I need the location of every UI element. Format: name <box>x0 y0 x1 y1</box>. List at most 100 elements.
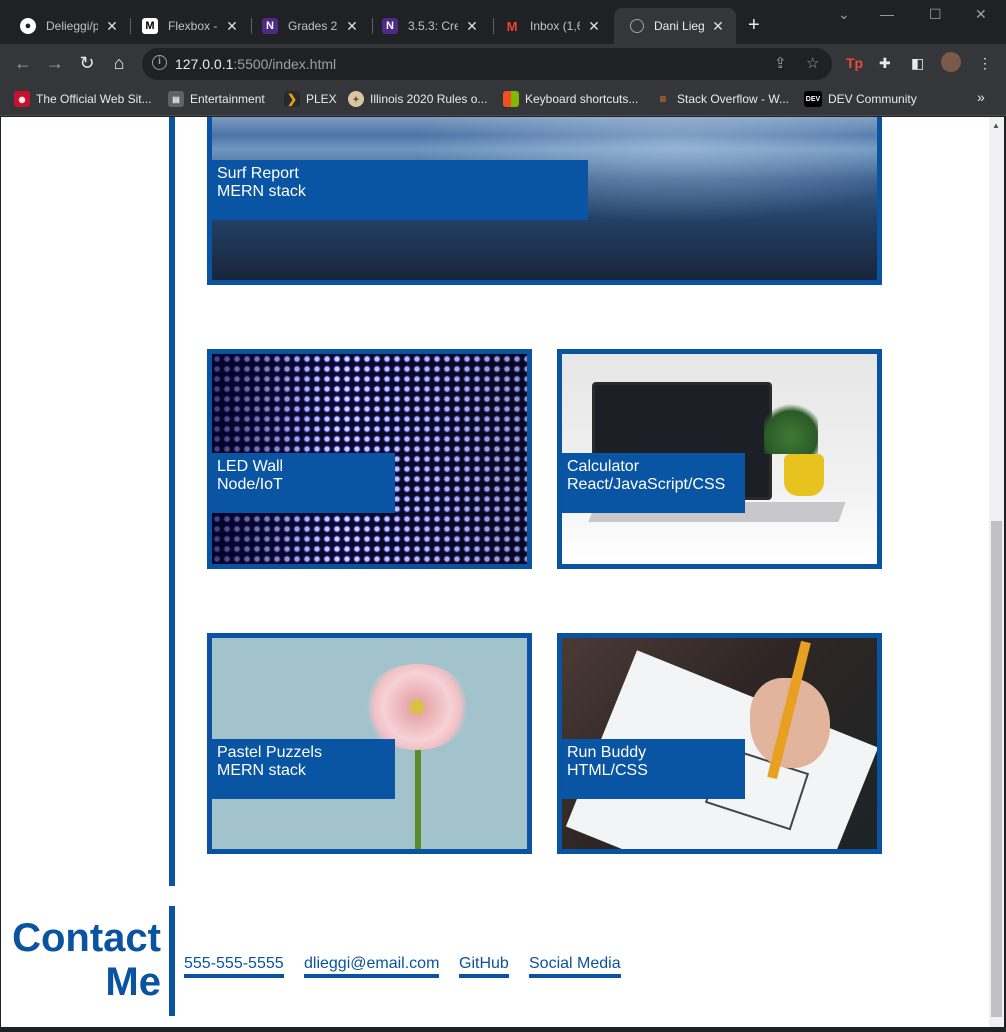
page-viewport: Surf Report MERN stack LED Wall Node/IoT… <box>1 117 989 1027</box>
forward-button[interactable]: → <box>44 53 66 74</box>
northwestern-icon: N <box>382 18 398 34</box>
reload-button[interactable]: ↻ <box>76 53 98 74</box>
project-name: Surf Report <box>217 165 299 182</box>
address-bar[interactable]: i 127.0.0.1:5500/index.html ⇪ ☆ <box>142 48 832 80</box>
contact-heading-line1: Contact <box>12 916 161 960</box>
close-icon[interactable]: ✕ <box>104 18 120 35</box>
dev-icon: DEV <box>804 91 822 107</box>
contact-heading: Contact Me <box>11 916 161 1004</box>
blackhawks-icon: ◉ <box>14 91 30 107</box>
bookmark-star-icon[interactable]: ☆ <box>806 54 819 72</box>
toolbar: ← → ↻ ⌂ i 127.0.0.1:5500/index.html ⇪ ☆ … <box>0 44 1006 84</box>
project-label: LED Wall Node/IoT <box>212 453 395 513</box>
close-icon[interactable]: ✕ <box>344 18 360 35</box>
github-link[interactable]: GitHub <box>459 955 509 978</box>
github-icon: ● <box>20 18 36 34</box>
close-icon[interactable]: ✕ <box>224 18 240 35</box>
tab-title: Inbox (1,6 <box>530 19 580 33</box>
tab-strip: ● Delieggi/p ✕ M Flexbox - L ✕ N Grades … <box>0 0 1006 44</box>
project-label: Surf Report MERN stack <box>212 160 588 220</box>
project-tech: HTML/CSS <box>567 762 648 779</box>
project-card-led-wall[interactable]: LED Wall Node/IoT <box>207 349 532 569</box>
new-tab-button[interactable]: + <box>748 14 760 37</box>
stackoverflow-icon: ≡ <box>659 92 667 106</box>
share-icon[interactable]: ⇪ <box>774 54 787 72</box>
tab-github[interactable]: ● Delieggi/p ✕ <box>4 8 130 44</box>
tab-inbox[interactable]: M Inbox (1,6 ✕ <box>488 8 612 44</box>
tab-title: Dani Liegg <box>654 19 704 33</box>
menu-kebab-icon[interactable]: ⋮ <box>978 55 992 72</box>
bookmark-label: Entertainment <box>190 92 265 106</box>
bookmark-item[interactable]: ▤ Entertainment <box>168 91 265 107</box>
project-name: LED Wall <box>217 458 284 475</box>
site-info-icon[interactable]: i <box>152 55 167 70</box>
close-window-button[interactable]: ✕ <box>975 6 987 23</box>
tab-assignment[interactable]: N 3.5.3: Crea ✕ <box>366 8 490 44</box>
home-button[interactable]: ⌂ <box>108 53 130 74</box>
tab-flexbox[interactable]: M Flexbox - L ✕ <box>126 8 250 44</box>
project-tech: MERN stack <box>217 183 306 200</box>
flower-petals-image <box>362 664 472 750</box>
bookmark-label: DEV Community <box>828 92 917 106</box>
bookmark-item[interactable]: ❯ PLEX <box>284 91 337 107</box>
side-panel-icon[interactable]: ◧ <box>911 55 924 72</box>
bookmark-item[interactable]: DEV DEV Community <box>804 91 917 107</box>
browser-window: ● Delieggi/p ✕ M Flexbox - L ✕ N Grades … <box>0 0 1006 1032</box>
tab-portfolio-active[interactable]: Dani Liegg ✕ <box>614 8 736 44</box>
medium-icon: M <box>142 18 158 34</box>
more-bookmarks-button[interactable]: » <box>977 89 985 105</box>
back-button[interactable]: ← <box>12 53 34 74</box>
window-bottom-edge <box>0 1027 1006 1032</box>
northwestern-icon: N <box>262 18 278 34</box>
bookmark-label: PLEX <box>306 92 337 106</box>
tab-search-icon[interactable]: ⌄ <box>838 6 850 23</box>
contact-section-border <box>169 906 175 1016</box>
tab-title: Delieggi/p <box>46 19 98 33</box>
project-label: Pastel Puzzels MERN stack <box>212 739 395 799</box>
folder-icon: ▤ <box>168 91 184 107</box>
close-icon[interactable]: ✕ <box>710 18 726 35</box>
maximize-button[interactable]: ☐ <box>929 6 942 23</box>
extension-tp-icon[interactable]: Tp <box>846 55 863 71</box>
tab-title: 3.5.3: Crea <box>408 19 458 33</box>
microsoft-icon <box>503 91 519 107</box>
globe-icon <box>630 19 644 33</box>
project-card-pastel-puzzels[interactable]: Pastel Puzzels MERN stack <box>207 633 532 854</box>
bookmark-item[interactable]: ✦ Illinois 2020 Rules o... <box>348 91 487 107</box>
bookmark-label: Illinois 2020 Rules o... <box>370 92 488 106</box>
minimize-button[interactable]: — <box>880 6 894 22</box>
url-text: 127.0.0.1:5500/index.html <box>175 56 336 72</box>
contact-heading-line2: Me <box>105 960 161 1004</box>
extensions-puzzle-icon[interactable]: ✚ <box>879 55 891 72</box>
url-host: 127.0.0.1 <box>175 56 234 72</box>
project-name: Pastel Puzzels <box>217 744 322 761</box>
close-icon[interactable]: ✕ <box>464 18 480 35</box>
bookmark-item[interactable]: ≡ Stack Overflow - W... <box>655 91 789 107</box>
project-name: Calculator <box>567 458 640 475</box>
page-scrollbar[interactable]: ▲ <box>989 117 1004 1027</box>
project-card-calculator[interactable]: Calculator React/JavaScript/CSS <box>557 349 882 569</box>
bookmark-label: Keyboard shortcuts... <box>525 92 639 106</box>
social-media-link[interactable]: Social Media <box>529 955 621 978</box>
bookmark-item[interactable]: Keyboard shortcuts... <box>503 91 638 107</box>
tab-title: Flexbox - L <box>168 19 218 33</box>
bookmark-label: The Official Web Sit... <box>36 92 152 106</box>
email-link[interactable]: dlieggi@email.com <box>304 955 440 978</box>
phone-link[interactable]: 555-555-5555 <box>184 955 284 978</box>
project-label: Calculator React/JavaScript/CSS <box>562 453 745 513</box>
illinois-seal-icon: ✦ <box>348 91 364 107</box>
project-card-run-buddy[interactable]: Run Buddy HTML/CSS <box>557 633 882 854</box>
bookmark-label: Stack Overflow - W... <box>677 92 790 106</box>
bookmarks-bar: ◉ The Official Web Sit... ▤ Entertainmen… <box>0 84 1006 116</box>
project-tech: MERN stack <box>217 762 306 779</box>
scrollbar-thumb[interactable] <box>991 521 1002 1017</box>
project-name: Run Buddy <box>567 744 647 761</box>
tab-grades[interactable]: N Grades 2 - ✕ <box>246 8 370 44</box>
project-card-surf-report[interactable]: Surf Report MERN stack <box>207 117 882 285</box>
profile-avatar-icon[interactable] <box>941 52 961 72</box>
close-icon[interactable]: ✕ <box>586 18 602 35</box>
scroll-up-arrow-icon[interactable]: ▲ <box>992 121 1000 130</box>
project-tech: Node/IoT <box>217 476 283 493</box>
bookmark-item[interactable]: ◉ The Official Web Sit... <box>14 91 152 107</box>
plant-pot-image <box>784 454 824 496</box>
